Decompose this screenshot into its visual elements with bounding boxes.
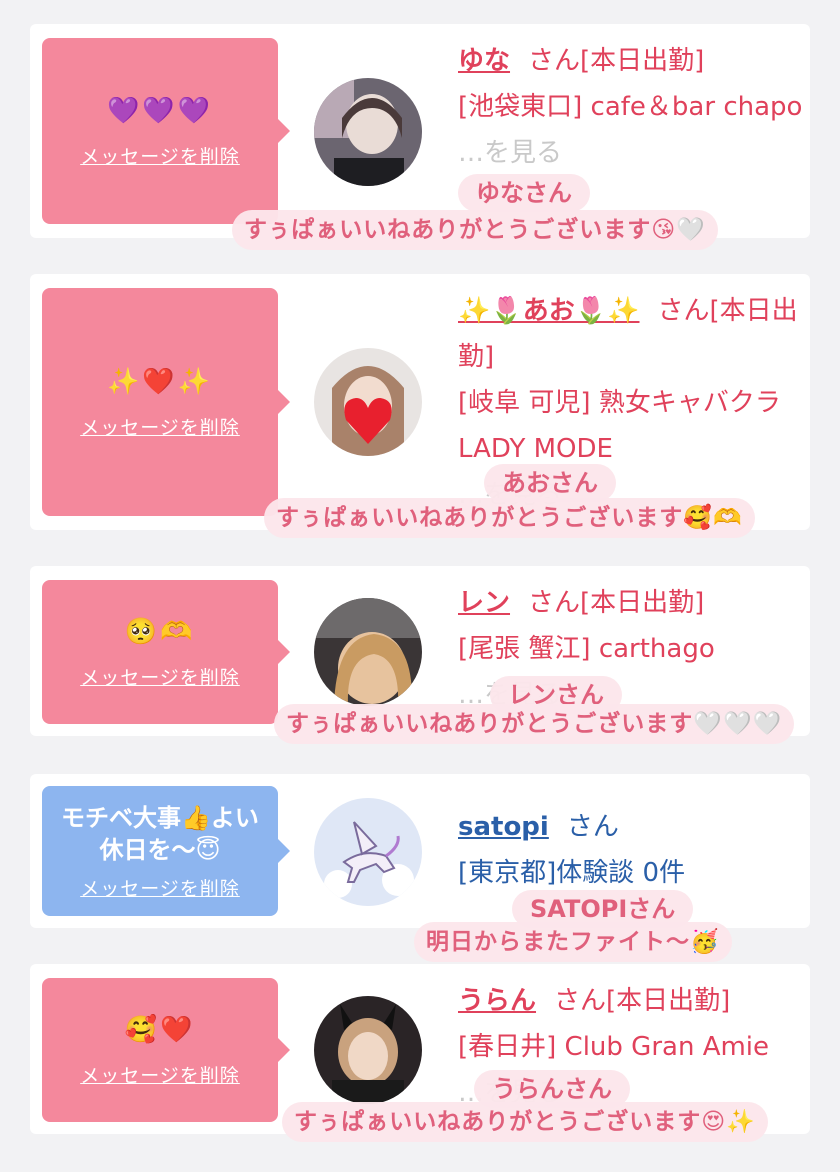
shift-status: [本日出勤] (606, 986, 731, 1016)
message-text: 💜💜💜 (106, 95, 214, 126)
message-card: モチベ大事👍よい休日を〜😇 メッセージを削除 satopi さん [東京都]体験談… (30, 774, 810, 928)
honorific: さん (554, 986, 607, 1016)
message-text: 🥰❤️ (124, 1014, 196, 1045)
sender-name-link[interactable]: うらん (458, 986, 536, 1016)
message-card: ✨❤️✨ メッセージを削除 ✨🌷あお🌷✨ さん[本日出勤] [岐阜 可児] 熟女キ… (30, 274, 810, 530)
sender-info: satopi さん [東京都]体験談 0件 (458, 804, 804, 896)
honorific: さん (657, 296, 710, 326)
avatar[interactable] (314, 598, 422, 706)
honorific: さん (566, 812, 619, 842)
shop-name: [岐阜 可児] 熟女キャバクラ LADY MODE (458, 388, 781, 464)
honorific: さん (528, 588, 581, 618)
delete-message-link[interactable]: メッセージを削除 (80, 874, 240, 901)
message-text: 🥺🫶 (124, 616, 196, 647)
delete-message-link[interactable]: メッセージを削除 (80, 663, 240, 690)
shop-name: [春日井] Club Gran Amie (458, 1032, 770, 1062)
caption-text: すぅぱぁいいねありがとうございます🤍🤍🤍 (274, 704, 795, 744)
honorific: さん (528, 46, 581, 76)
shop-name: [東京都]体験談 0件 (458, 858, 686, 888)
shift-status: [本日出勤] (580, 588, 705, 618)
delete-message-link[interactable]: メッセージを削除 (80, 142, 240, 169)
sender-name-link[interactable]: satopi (458, 812, 549, 842)
message-card: 💜💜💜 メッセージを削除 ゆな さん[本日出勤] [池袋東口] cafe＆bar … (30, 24, 810, 238)
sender-name-link[interactable]: レン (458, 588, 510, 618)
caption-name: ゆなさん (458, 174, 590, 212)
shift-status: [本日出勤] (580, 46, 705, 76)
message-text: ✨❤️✨ (106, 366, 214, 397)
caption-text: 明日からまたファイト〜🥳 (414, 922, 732, 962)
sender-info: ゆな さん[本日出勤] [池袋東口] cafe＆bar chapo …を見る (458, 38, 804, 176)
avatar[interactable] (314, 996, 422, 1104)
delete-message-link[interactable]: メッセージを削除 (80, 413, 240, 440)
caption-name: あおさん (484, 464, 616, 502)
sender-name-link[interactable]: ✨🌷あお🌷✨ (458, 296, 640, 326)
avatar[interactable] (314, 78, 422, 186)
caption-text: すぅぱぁいいねありがとうございます😍✨ (282, 1102, 768, 1142)
faded-text: …を見る (458, 138, 563, 168)
message-text: モチベ大事👍よい休日を〜😇 (61, 803, 259, 864)
message-bubble: 🥺🫶 メッセージを削除 (42, 580, 290, 724)
shop-name: [尾張 蟹江] carthago (458, 634, 715, 664)
shop-name: [池袋東口] cafe＆bar chapo (458, 92, 803, 122)
caption-text: すぅぱぁいいねありがとうございます🥰🫶 (264, 498, 755, 538)
avatar[interactable] (314, 348, 422, 456)
message-bubble: 🥰❤️ メッセージを削除 (42, 978, 290, 1122)
delete-message-link[interactable]: メッセージを削除 (80, 1061, 240, 1088)
caption-text: すぅぱぁいいねありがとうございます😘🤍 (232, 210, 718, 250)
message-bubble: 💜💜💜 メッセージを削除 (42, 38, 290, 224)
message-bubble: モチベ大事👍よい休日を〜😇 メッセージを削除 (42, 786, 290, 916)
message-bubble: ✨❤️✨ メッセージを削除 (42, 288, 290, 516)
sender-name-link[interactable]: ゆな (458, 46, 510, 76)
avatar[interactable] (314, 798, 422, 906)
